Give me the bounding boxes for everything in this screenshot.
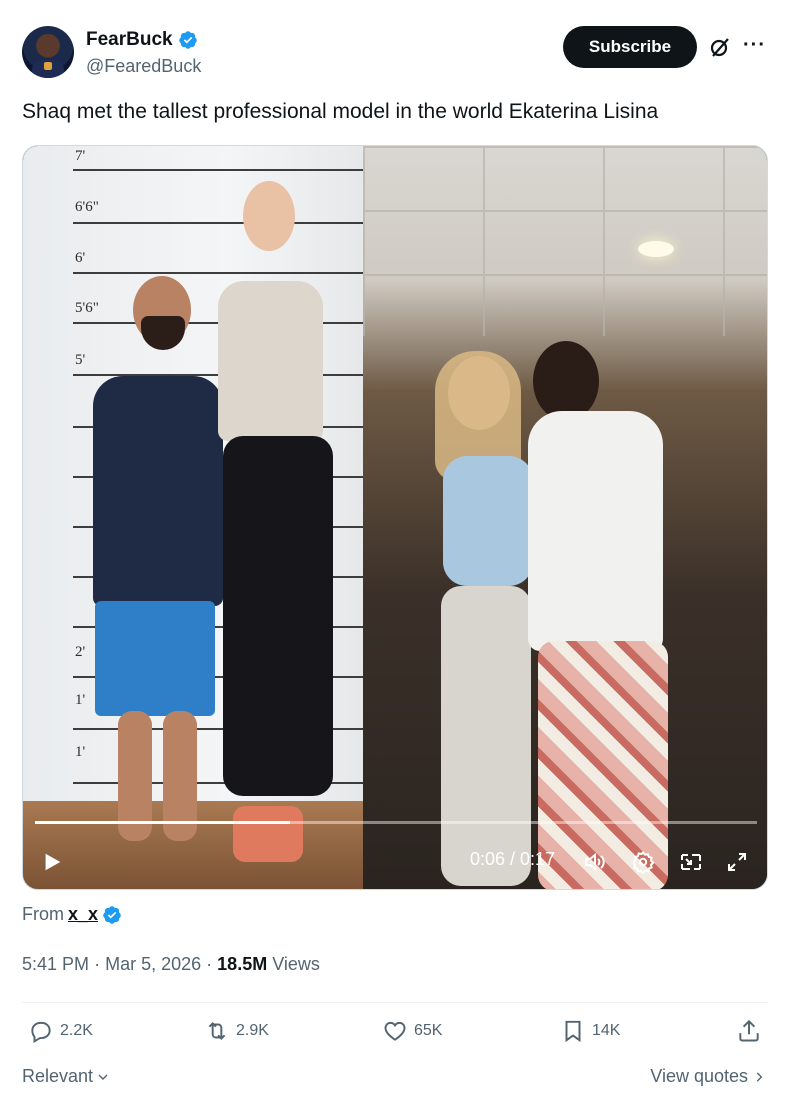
- reply-button[interactable]: 2.2K: [28, 1018, 93, 1044]
- height-marker-label: 1': [75, 744, 86, 760]
- verified-badge-icon: [178, 31, 197, 49]
- tweet-actions: 2.2K 2.9K 65K 14K: [22, 1018, 768, 1050]
- fullscreen-icon[interactable]: [725, 850, 749, 874]
- reply-count: 2.2K: [60, 1022, 93, 1039]
- tweet-meta: 5:41 PM · Mar 5, 2026 · 18.5M Views: [22, 954, 320, 975]
- view-quotes-link[interactable]: View quotes: [650, 1066, 766, 1087]
- height-marker-label: 1': [75, 692, 86, 708]
- video-frame-right: [363, 146, 767, 889]
- subscribe-button[interactable]: Subscribe: [563, 26, 697, 68]
- tweet-time[interactable]: 5:41 PM: [22, 954, 89, 974]
- source-attribution: From x_x: [22, 904, 122, 925]
- like-count: 65K: [414, 1022, 443, 1039]
- sort-replies-dropdown[interactable]: Relevant: [22, 1066, 111, 1087]
- height-marker-label: 5': [75, 352, 86, 368]
- grok-icon[interactable]: [708, 35, 732, 59]
- like-button[interactable]: 65K: [382, 1018, 442, 1044]
- chevron-down-icon: [98, 1074, 108, 1080]
- video-time: 0:06 / 0:17: [470, 849, 556, 869]
- height-marker-label: 7': [75, 148, 86, 164]
- video-player[interactable]: 7' 6'6" 6' 5'6" 5' 2' 1' 1' 0:06 / 0:17: [22, 145, 768, 890]
- height-marker-label: 5'6": [75, 300, 99, 316]
- video-progress-fill: [35, 821, 290, 824]
- view-quotes-label: View quotes: [650, 1066, 748, 1086]
- bookmark-icon: [565, 1020, 581, 1043]
- author-handle[interactable]: @FearedBuck: [86, 56, 201, 77]
- repost-icon: [208, 1022, 226, 1040]
- picture-in-picture-icon[interactable]: [679, 850, 703, 874]
- views-label: Views: [272, 954, 320, 974]
- meta-separator: ·: [94, 954, 101, 974]
- bookmark-button[interactable]: 14K: [560, 1018, 620, 1044]
- meta-separator: ·: [206, 954, 213, 974]
- share-button[interactable]: [736, 1018, 762, 1044]
- video-progress-bar[interactable]: [35, 821, 757, 824]
- share-icon: [739, 1019, 759, 1042]
- height-marker-label: 6': [75, 250, 86, 266]
- views-count: 18.5M: [217, 954, 268, 974]
- height-marker-label: 6'6": [75, 199, 99, 215]
- volume-icon[interactable]: [583, 850, 607, 874]
- avatar[interactable]: [22, 26, 74, 78]
- bookmark-count: 14K: [592, 1022, 621, 1039]
- more-options-icon[interactable]: ···: [743, 35, 767, 58]
- tweet-text: Shaq met the tallest professional model …: [22, 100, 659, 123]
- chevron-right-icon: [756, 1071, 763, 1082]
- play-icon[interactable]: [41, 851, 63, 873]
- source-account-link[interactable]: x_x: [68, 904, 98, 925]
- heart-icon: [384, 1021, 406, 1041]
- from-label: From: [22, 904, 64, 924]
- author-name-row: FearBuck: [86, 29, 198, 51]
- repost-count: 2.9K: [236, 1022, 269, 1039]
- height-marker-label: 2': [75, 644, 86, 660]
- tweet-date[interactable]: Mar 5, 2026: [105, 954, 201, 974]
- sort-label: Relevant: [22, 1066, 94, 1086]
- settings-gear-icon[interactable]: [631, 850, 655, 874]
- repost-button[interactable]: 2.9K: [204, 1018, 269, 1044]
- divider: [22, 1002, 768, 1003]
- video-frame-left: 7' 6'6" 6' 5'6" 5' 2' 1' 1': [23, 146, 363, 889]
- verified-badge-icon: [103, 905, 121, 924]
- reply-icon: [31, 1021, 51, 1044]
- video-controls: 0:06 / 0:17: [23, 836, 767, 886]
- author-display-name[interactable]: FearBuck: [86, 29, 173, 51]
